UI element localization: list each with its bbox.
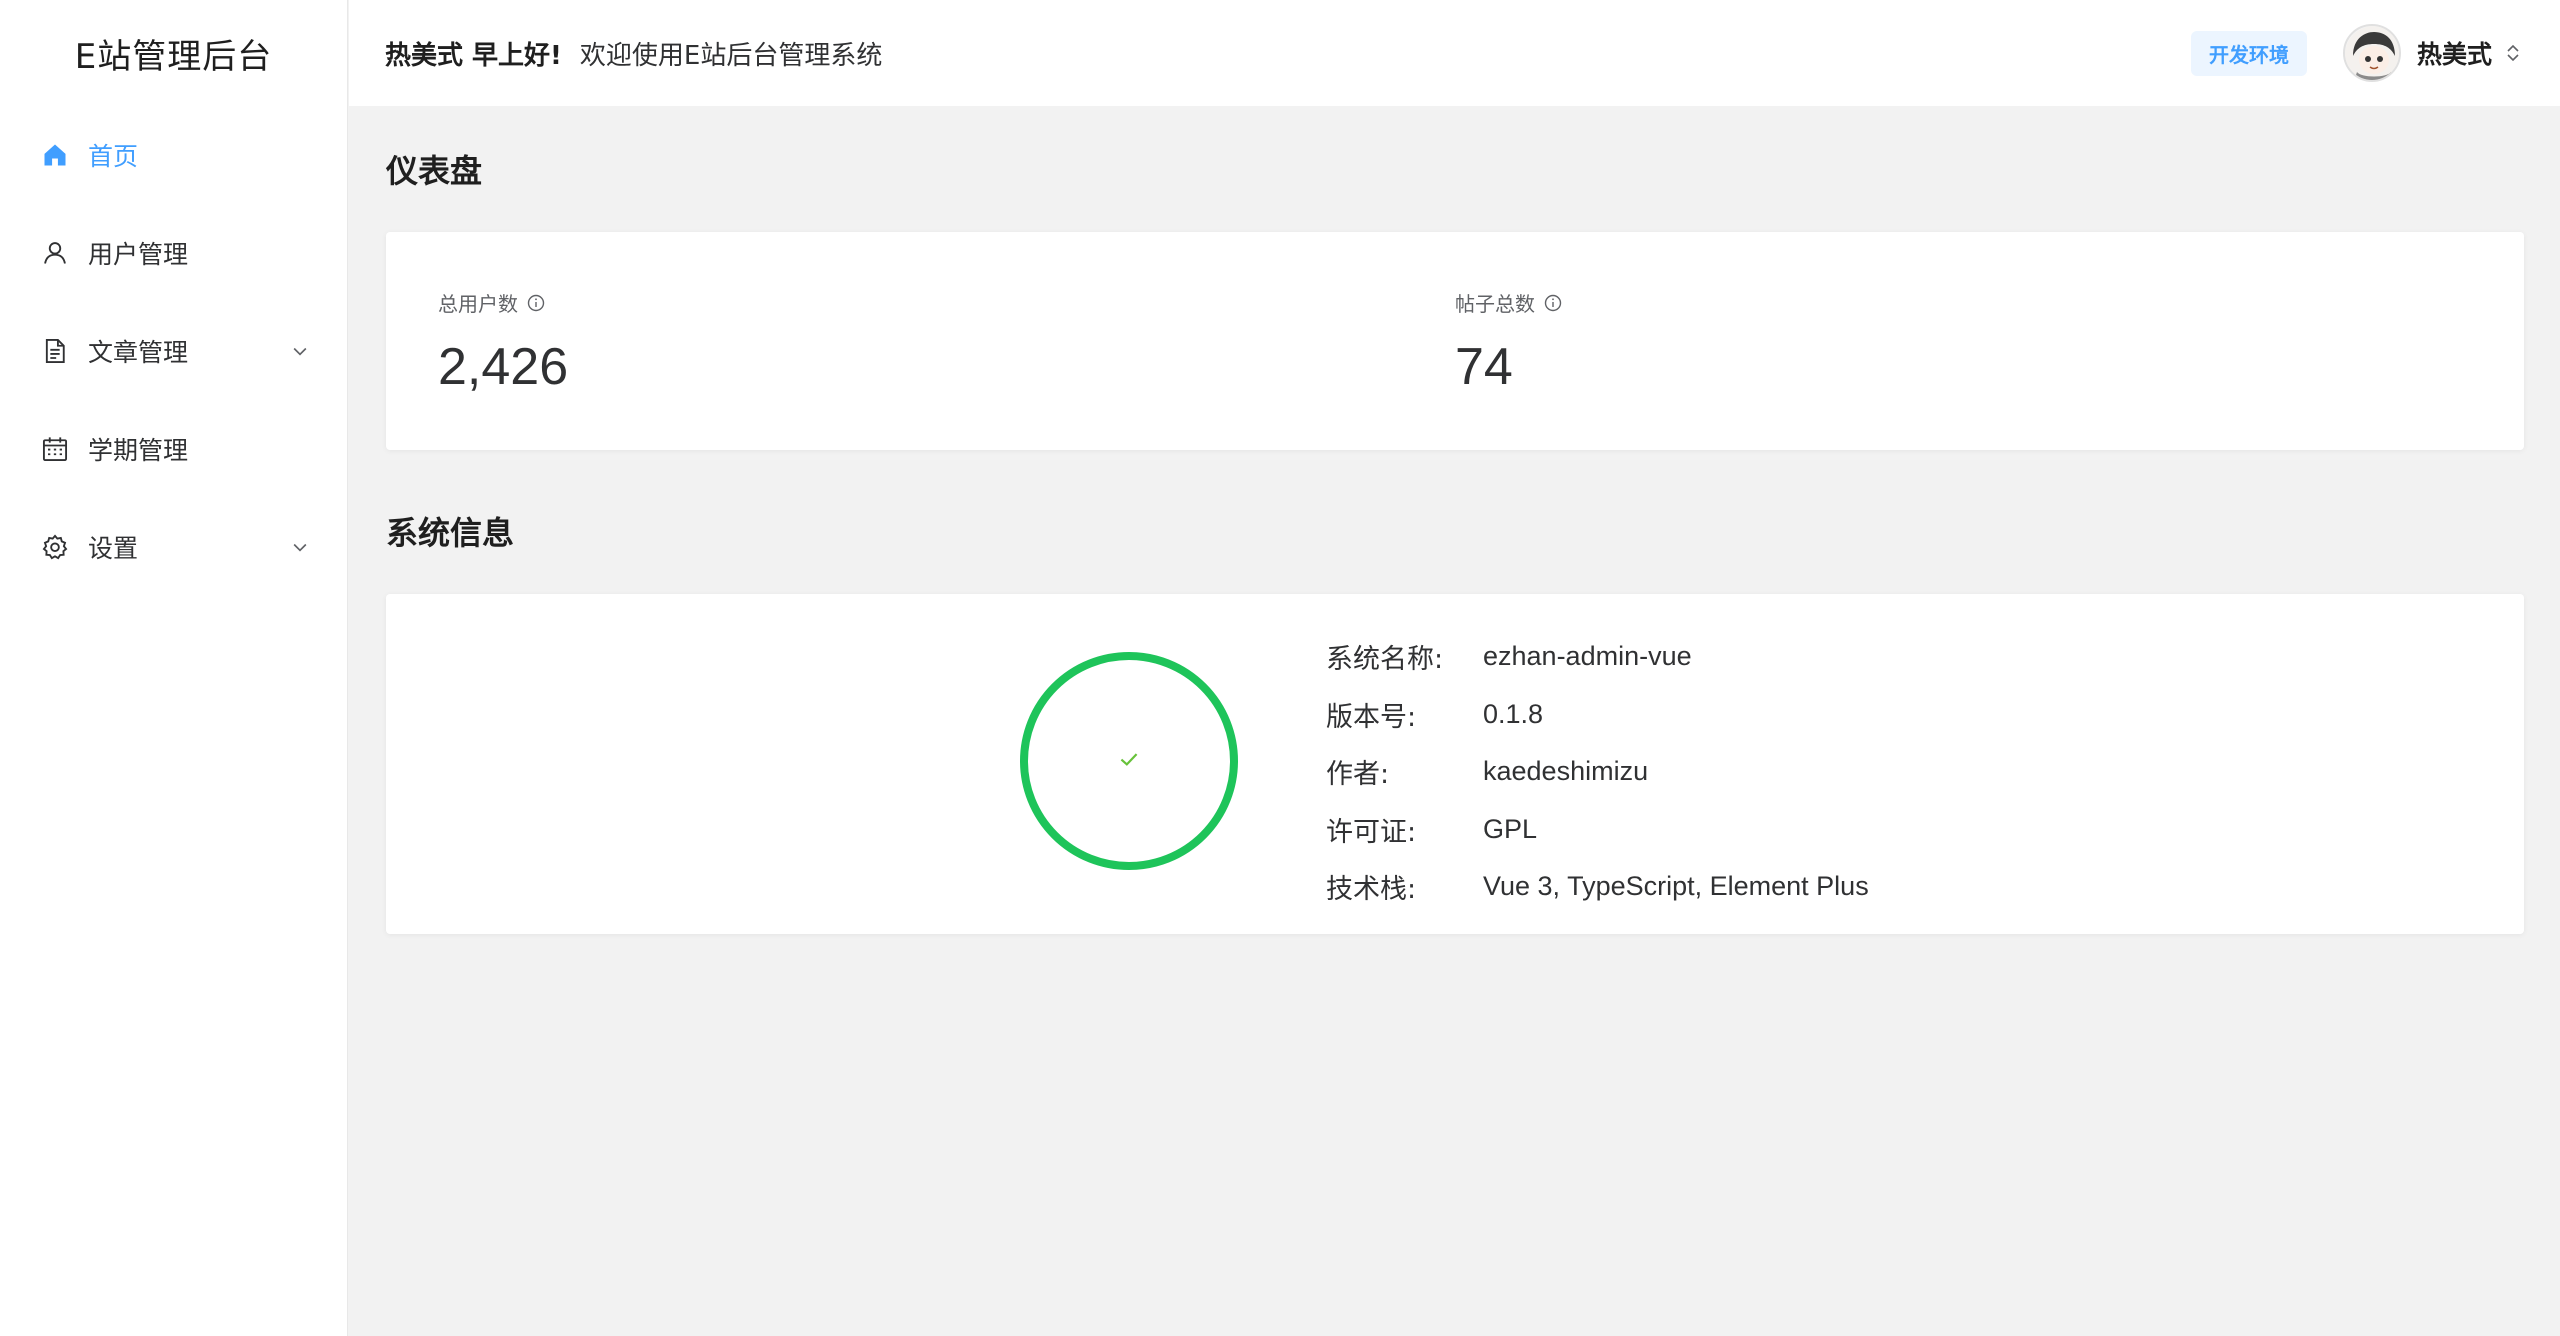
- info-icon[interactable]: [1543, 293, 1563, 313]
- sidebar-item-settings[interactable]: 设置: [0, 498, 347, 596]
- sidebar-menu: 首页 用户管理 文章管理 学期管理 设置: [0, 106, 347, 596]
- sidebar-item-label: 首页: [88, 142, 139, 171]
- sidebar-item-label: 文章管理: [88, 338, 189, 367]
- gear-icon: [40, 532, 70, 562]
- sidebar-item-label: 学期管理: [88, 436, 189, 465]
- info-value: Vue 3, TypeScript, Element Plus: [1483, 871, 1869, 902]
- sidebar-item-label: 用户管理: [88, 240, 189, 269]
- home-icon: [40, 140, 70, 170]
- stat-value: 74: [1455, 338, 1513, 396]
- info-row: 技术栈: Vue 3, TypeScript, Element Plus: [1326, 858, 1869, 916]
- sidebar: E站管理后台 首页 用户管理 文章管理 学期管理 设置: [0, 0, 348, 1336]
- stat-label-text: 帖子总数: [1455, 292, 1535, 316]
- info-value: ezhan-admin-vue: [1483, 641, 1692, 672]
- info-row: 许可证: GPL: [1326, 801, 1869, 859]
- system-info-table: 系统名称: ezhan-admin-vue 版本号: 0.1.8 作者: kae…: [1326, 628, 1869, 916]
- stat-value: 2,426: [438, 338, 569, 396]
- greeting-name: 热美式 早上好!: [385, 40, 562, 71]
- main-content: 仪表盘 总用户数 2,426 帖子总数 74 系统信息 系统名称: ezhan-…: [386, 106, 2524, 934]
- info-key: 系统名称:: [1326, 644, 1444, 676]
- chevron-down-icon[interactable]: [289, 340, 311, 362]
- user-icon: [40, 238, 70, 268]
- info-key: 许可证:: [1326, 816, 1417, 848]
- info-value: 0.1.8: [1483, 698, 1544, 729]
- success-ring: [1020, 652, 1238, 870]
- stat-label: 帖子总数: [1455, 288, 2472, 317]
- document-icon: [40, 336, 70, 366]
- info-value: kaedeshimizu: [1483, 756, 1649, 787]
- sidebar-item-label: 设置: [88, 534, 139, 563]
- info-row: 系统名称: ezhan-admin-vue: [1326, 628, 1869, 686]
- avatar[interactable]: [2342, 24, 2401, 82]
- info-key: 版本号:: [1326, 701, 1417, 733]
- page-title: 仪表盘: [386, 152, 483, 190]
- info-key: 技术栈:: [1326, 874, 1417, 906]
- app-logo-title[interactable]: E站管理后台: [0, 0, 347, 106]
- stat-total-users: 总用户数 2,426: [438, 232, 1455, 450]
- environment-badge: 开发环境: [2190, 30, 2307, 76]
- top-header: 热美式 早上好! 欢迎使用E站后台管理系统 开发环境 热美式: [349, 0, 2560, 106]
- stat-label: 总用户数: [438, 288, 1455, 317]
- check-icon: [1116, 746, 1142, 776]
- system-info-card: 系统名称: ezhan-admin-vue 版本号: 0.1.8 作者: kae…: [386, 594, 2524, 934]
- calendar-icon: [40, 434, 70, 464]
- greeting-text: 欢迎使用E站后台管理系统: [579, 40, 883, 71]
- sidebar-item-home[interactable]: 首页: [0, 106, 347, 204]
- info-row: 作者: kaedeshimizu: [1326, 743, 1869, 801]
- stats-card: 总用户数 2,426 帖子总数 74: [386, 232, 2524, 450]
- stat-total-posts: 帖子总数 74: [1455, 232, 2472, 450]
- stat-label-text: 总用户数: [438, 292, 518, 316]
- sidebar-item-users[interactable]: 用户管理: [0, 204, 347, 302]
- info-icon[interactable]: [526, 293, 546, 313]
- dropdown-caret-icon[interactable]: [2502, 42, 2524, 64]
- sidebar-item-articles[interactable]: 文章管理: [0, 302, 347, 400]
- info-value: GPL: [1483, 813, 1538, 844]
- info-row: 版本号: 0.1.8: [1326, 686, 1869, 744]
- info-key: 作者:: [1326, 759, 1390, 791]
- user-name[interactable]: 热美式: [2417, 35, 2492, 71]
- system-info-title: 系统信息: [386, 514, 515, 552]
- chevron-down-icon[interactable]: [289, 536, 311, 558]
- sidebar-item-terms[interactable]: 学期管理: [0, 400, 347, 498]
